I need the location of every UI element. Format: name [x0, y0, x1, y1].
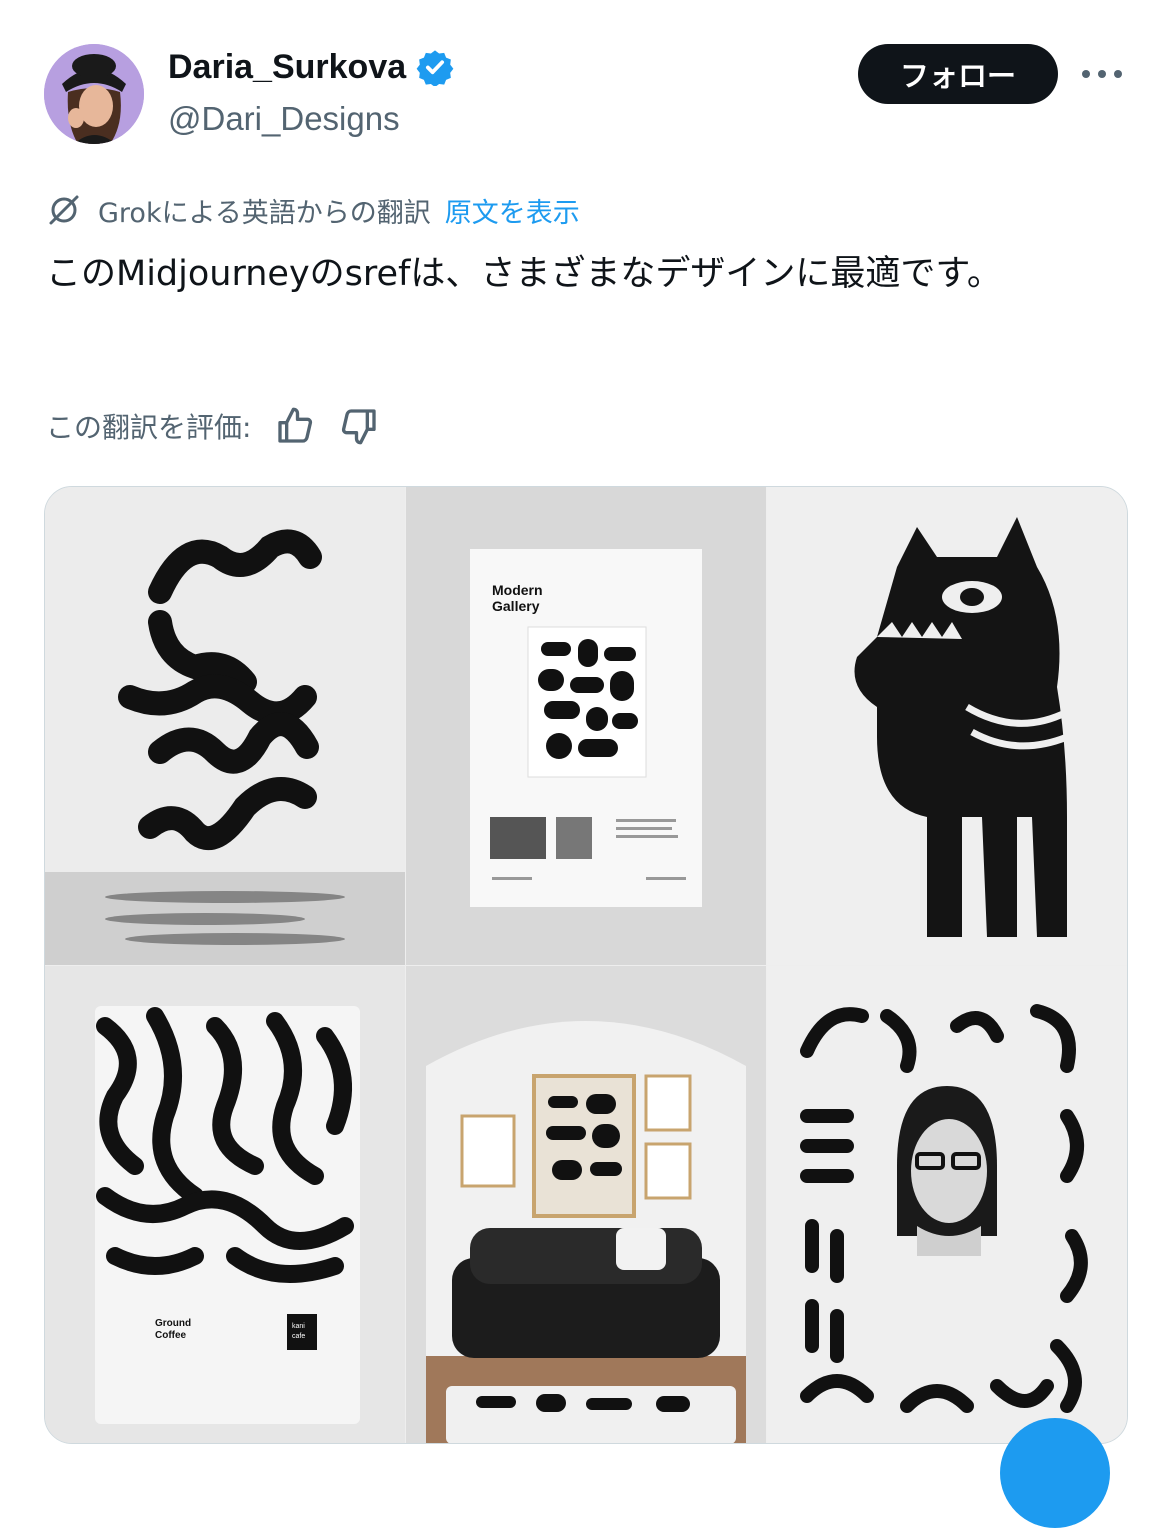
translation-notice: Grokによる英語からの翻訳 原文を表示: [46, 188, 580, 232]
portrait-pattern-illustration: [767, 966, 1127, 1443]
coffee-brand-line1: kani: [292, 1323, 305, 1330]
poster-title-line2: Gallery: [492, 598, 540, 614]
thumbs-up-icon[interactable]: [275, 406, 315, 446]
media-image-hanging-sculpture[interactable]: [45, 487, 405, 965]
more-horizontal-icon[interactable]: [1080, 62, 1124, 86]
tweet-text: このMidjourneyのsrefは、さまざまなデザインに最適です。: [46, 254, 1002, 294]
avatar-image: [44, 44, 144, 144]
author-handle[interactable]: @Dari_Designs: [168, 97, 400, 141]
poster-illustration: Modern Gallery: [406, 487, 766, 965]
follow-button[interactable]: フォロー: [858, 44, 1058, 104]
media-image-portrait-pattern[interactable]: [767, 966, 1127, 1443]
display-name[interactable]: Daria_Surkova: [168, 44, 406, 90]
avatar[interactable]: [44, 44, 144, 144]
verified-badge-icon: [416, 50, 454, 86]
media-grid[interactable]: Modern Gallery Ground Coffee kani cafe: [44, 486, 1128, 1444]
media-image-modern-gallery-poster[interactable]: Modern Gallery: [406, 487, 766, 965]
translation-notice-text: Grokによる英語からの翻訳: [98, 197, 431, 229]
show-original-link[interactable]: 原文を表示: [445, 191, 580, 230]
media-image-interior-room[interactable]: [406, 966, 766, 1443]
media-image-creature-illustration[interactable]: [767, 487, 1127, 965]
coffee-title-line2: Coffee: [155, 1330, 187, 1341]
compose-fab[interactable]: [1000, 1418, 1110, 1528]
interior-room-illustration: [406, 966, 766, 1443]
author-name-row[interactable]: Daria_Surkova: [168, 44, 454, 90]
poster-title-line1: Modern: [492, 582, 543, 598]
creature-illustration: [767, 487, 1127, 965]
coffee-title-line1: Ground: [155, 1318, 191, 1329]
media-image-coffee-bag[interactable]: Ground Coffee kani cafe: [45, 966, 405, 1443]
rate-translation: この翻訳を評価:: [46, 404, 379, 448]
hanging-sculpture-illustration: [45, 487, 405, 965]
coffee-brand-line2: cafe: [292, 1333, 305, 1340]
rate-translation-label: この翻訳を評価:: [46, 411, 252, 444]
grok-icon: [49, 195, 79, 225]
thumbs-down-icon[interactable]: [339, 406, 379, 446]
coffee-bag-illustration: Ground Coffee kani cafe: [45, 966, 405, 1443]
